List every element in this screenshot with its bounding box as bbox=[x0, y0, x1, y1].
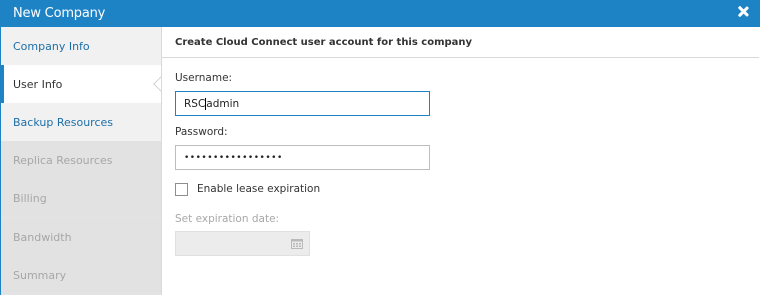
sidebar-item-label: Replica Resources bbox=[13, 153, 113, 167]
expiration-date-field bbox=[175, 231, 310, 256]
sidebar-item-user-info[interactable]: User Info bbox=[1, 65, 161, 103]
username-input[interactable]: RSC admin bbox=[175, 91, 430, 116]
lease-expiration-label[interactable]: Enable lease expiration bbox=[197, 183, 320, 195]
password-masked-value: ••••••••••••••••• bbox=[184, 152, 283, 163]
sidebar-item-backup-resources[interactable]: Backup Resources bbox=[1, 103, 161, 141]
password-label: Password: bbox=[175, 126, 228, 138]
sidebar-item-billing: Billing bbox=[1, 179, 161, 217]
sidebar-item-label: Company Info bbox=[13, 39, 90, 53]
sidebar-item-label: Backup Resources bbox=[13, 115, 113, 129]
lease-expiration-option[interactable]: Enable lease expiration bbox=[175, 181, 320, 197]
username-label: Username: bbox=[175, 72, 233, 84]
new-company-dialog: New Company Company Info User Info Backu… bbox=[0, 0, 760, 295]
password-input[interactable]: ••••••••••••••••• bbox=[175, 145, 430, 170]
section-header: Create Cloud Connect user account for th… bbox=[162, 27, 759, 58]
sidebar-item-summary: Summary bbox=[1, 256, 161, 294]
sidebar-item-bandwidth: Bandwidth bbox=[1, 218, 161, 256]
sidebar-item-label: Bandwidth bbox=[13, 230, 72, 244]
sidebar-item-replica-resources: Replica Resources bbox=[1, 141, 161, 179]
wizard-content: Create Cloud Connect user account for th… bbox=[161, 27, 759, 295]
dialog-titlebar: New Company bbox=[1, 0, 760, 27]
dialog-title: New Company bbox=[13, 6, 106, 21]
close-icon[interactable] bbox=[735, 4, 751, 20]
sidebar-item-label: User Info bbox=[13, 77, 63, 91]
sidebar-item-label: Summary bbox=[13, 268, 67, 282]
username-value-start: RSC bbox=[184, 97, 206, 110]
calendar-icon bbox=[291, 239, 303, 249]
sidebar-item-label: Billing bbox=[13, 191, 47, 205]
username-value-end: admin bbox=[206, 97, 240, 110]
sidebar-item-company-info[interactable]: Company Info bbox=[1, 27, 161, 65]
expiration-date-label: Set expiration date: bbox=[175, 213, 280, 225]
lease-expiration-checkbox[interactable] bbox=[175, 182, 188, 196]
wizard-sidebar: Company Info User Info Backup Resources … bbox=[1, 27, 161, 295]
